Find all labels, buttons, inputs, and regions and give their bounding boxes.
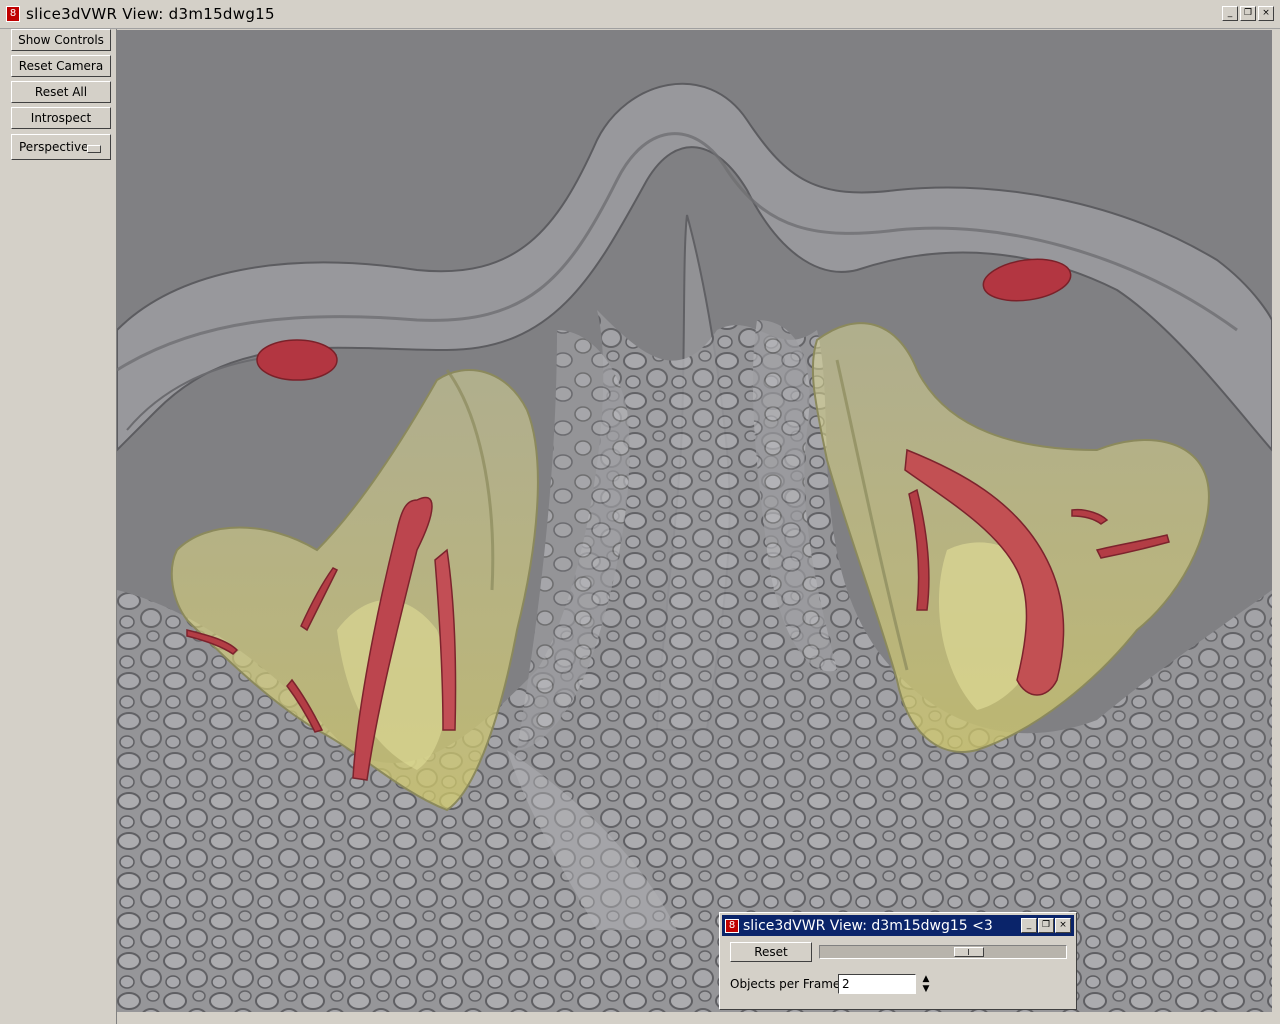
show-controls-button[interactable]: Show Controls — [11, 29, 111, 51]
reset-camera-button[interactable]: Reset Camera — [11, 55, 111, 77]
sub-window-title: slice3dVWR View: d3m15dwg15 <3 — [743, 917, 993, 934]
minimize-icon[interactable]: _ — [1222, 6, 1238, 21]
render-settings-window[interactable]: 8 slice3dVWR View: d3m15dwg15 <3 _ ❐ × R… — [719, 912, 1077, 1010]
projection-menu-button[interactable]: Perspective — [11, 134, 111, 160]
introspect-button[interactable]: Introspect — [11, 107, 111, 129]
render-slider[interactable] — [819, 945, 1067, 959]
restore-icon[interactable]: ❐ — [1240, 6, 1256, 21]
sub-window-app-icon[interactable]: 8 — [725, 918, 739, 933]
objects-per-frame-input[interactable] — [838, 974, 916, 994]
viewport-right-border — [1272, 30, 1280, 1012]
sub-maximize-icon[interactable]: ❐ — [1038, 918, 1054, 933]
spinner-arrows-icon[interactable]: ▲ ▼ — [920, 974, 932, 994]
window-title: slice3dVWR View: d3m15dwg15 — [26, 5, 275, 23]
projection-menu-label: Perspective — [19, 140, 89, 154]
reset-button[interactable]: Reset — [730, 942, 812, 962]
sub-minimize-icon[interactable]: _ — [1021, 918, 1037, 933]
left-control-panel: Show Controls Reset Camera Reset All Int… — [0, 29, 117, 1024]
close-icon[interactable]: × — [1258, 6, 1274, 21]
reset-all-button[interactable]: Reset All — [11, 81, 111, 103]
window-titlebar[interactable]: 8 slice3dVWR View: d3m15dwg15 _ ❐ × — [0, 0, 1280, 29]
volume-render-canvas[interactable] — [117, 30, 1272, 1012]
option-menu-indicator-icon — [87, 145, 101, 153]
sub-window-titlebar[interactable]: 8 slice3dVWR View: d3m15dwg15 <3 _ ❐ × — [722, 915, 1074, 936]
objects-per-frame-label: Objects per Frame — [730, 977, 841, 991]
slider-thumb[interactable] — [954, 947, 984, 957]
sub-close-icon[interactable]: × — [1055, 918, 1071, 933]
render-viewport[interactable] — [117, 30, 1272, 1012]
app-icon[interactable]: 8 — [6, 6, 20, 22]
viewport-bottom-border — [117, 1012, 1280, 1024]
